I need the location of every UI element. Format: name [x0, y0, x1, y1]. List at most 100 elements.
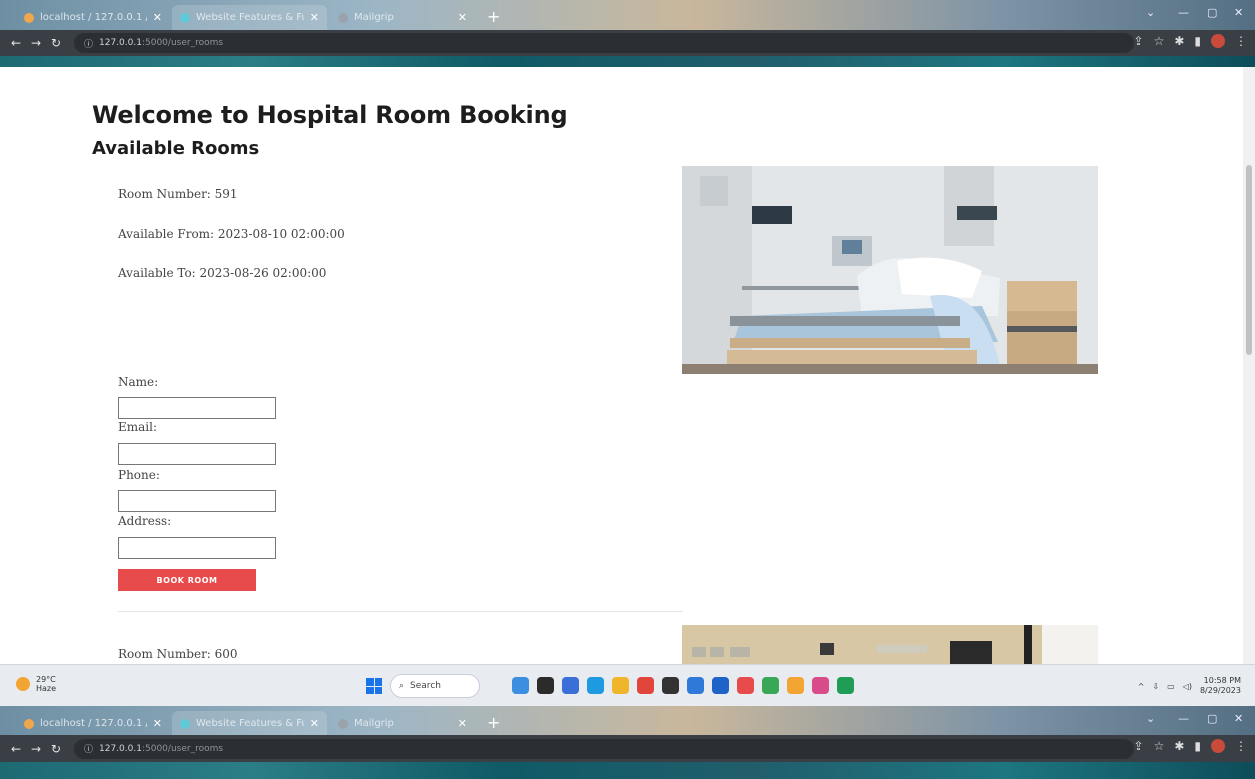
tab-strip: localhost / 127.0.0.1 / codingthy ✕ Webs… [0, 706, 1255, 736]
book-room-button[interactable]: BOOK ROOM [118, 569, 256, 591]
email-input[interactable] [118, 443, 276, 465]
tab-phpmyadmin[interactable]: localhost / 127.0.0.1 / codingthy ✕ [16, 711, 170, 736]
minimize-button[interactable]: — [1178, 712, 1189, 725]
tab-mailgrip[interactable]: Mailgrip ✕ [330, 711, 475, 736]
windows-start-icon[interactable] [366, 678, 382, 694]
room-divider [118, 611, 683, 612]
back-arrow-icon[interactable]: ← [6, 36, 26, 50]
tab-website-features[interactable]: Website Features & Functions ✕ [172, 711, 327, 736]
address-bar[interactable]: ⓘ 127.0.0.1:5000/user_rooms [74, 33, 1134, 53]
app-icon[interactable] [837, 677, 854, 694]
app-icon[interactable] [812, 677, 829, 694]
menu-dots-icon[interactable]: ⋮ [1235, 34, 1247, 48]
reload-icon[interactable]: ↻ [46, 742, 66, 756]
forward-arrow-icon[interactable]: → [26, 742, 46, 756]
reload-icon[interactable]: ↻ [46, 36, 66, 50]
info-icon[interactable]: ⓘ [84, 37, 93, 50]
address-input[interactable] [118, 537, 276, 559]
taskbar-search[interactable]: ⌕ Search [390, 674, 480, 698]
tab-website-features[interactable]: Website Features & Functions ✕ [172, 5, 327, 30]
tab-favicon-icon [338, 718, 348, 729]
site-header-banner [0, 762, 1255, 779]
taskbar-clock[interactable]: 10:58 PM 8/29/2023 [1200, 676, 1241, 696]
sidebar-icon[interactable]: ▮ [1194, 739, 1201, 753]
tab-strip: localhost / 127.0.0.1 / codingthy ✕ Webs… [0, 0, 1255, 30]
browser-chrome-duplicate: localhost / 127.0.0.1 / codingthy ✕ Webs… [0, 706, 1255, 779]
sidebar-icon[interactable]: ▮ [1194, 34, 1201, 48]
back-arrow-icon[interactable]: ← [6, 742, 26, 756]
edge-icon[interactable] [587, 677, 604, 694]
weather-widget[interactable]: 29°C Haze [16, 675, 56, 693]
network-icon[interactable]: ▭ [1167, 682, 1175, 691]
restore-button[interactable]: ▢ [1207, 6, 1217, 19]
app-icon[interactable] [512, 677, 529, 694]
file-explorer-icon[interactable] [612, 677, 629, 694]
site-header-banner [0, 56, 1255, 67]
browser-toolbar: ← → ↻ ⓘ 127.0.0.1:5000/user_rooms ⇪ ☆ ✱ … [0, 735, 1255, 762]
close-window-button[interactable]: ✕ [1234, 712, 1243, 725]
share-icon[interactable]: ⇪ [1134, 739, 1144, 753]
page-scrollbar[interactable] [1243, 67, 1255, 664]
minimize-button[interactable]: — [1178, 6, 1189, 19]
star-icon[interactable]: ☆ [1154, 34, 1165, 48]
menu-dots-icon[interactable]: ⋮ [1235, 739, 1247, 753]
app-icon[interactable] [562, 677, 579, 694]
tab-close-icon[interactable]: ✕ [153, 11, 162, 24]
tab-favicon-icon [338, 12, 348, 23]
scrollbar-thumb[interactable] [1246, 165, 1252, 355]
system-tray: ^ ⇩ ▭ ◁) 10:58 PM 8/29/2023 [1138, 676, 1241, 696]
new-tab-button[interactable]: + [487, 713, 500, 732]
app-icon[interactable] [712, 677, 729, 694]
app-icon[interactable] [637, 677, 654, 694]
room-available-to: Available To: 2023-08-26 02:00:00 [118, 266, 327, 280]
room-number: Room Number: 600 [118, 647, 238, 661]
tab-close-icon[interactable]: ✕ [310, 717, 319, 730]
windows-taskbar: 29°C Haze ⌕ Search ^ ⇩ ▭ ◁) 10:58 PM 8/2… [0, 664, 1255, 706]
pinned-apps [512, 677, 854, 694]
chrome-icon[interactable] [787, 677, 804, 694]
toolbar-actions: ⇪ ☆ ✱ ▮ ⋮ [1134, 739, 1247, 753]
share-icon[interactable]: ⇪ [1134, 34, 1144, 48]
hospital-bed-image [682, 166, 1098, 374]
vscode-icon[interactable] [687, 677, 704, 694]
info-icon[interactable]: ⓘ [84, 742, 93, 755]
room-number: Room Number: 591 [118, 187, 238, 201]
close-window-button[interactable]: ✕ [1234, 6, 1243, 19]
weather-sun-icon [16, 677, 30, 691]
name-input[interactable] [118, 397, 276, 419]
address-bar[interactable]: ⓘ 127.0.0.1:5000/user_rooms [74, 738, 1134, 759]
extensions-icon[interactable]: ✱ [1174, 34, 1184, 48]
chrome-icon[interactable] [737, 677, 754, 694]
phone-input[interactable] [118, 490, 276, 512]
app-icon[interactable] [662, 677, 679, 694]
page-title: Welcome to Hospital Room Booking [92, 101, 568, 129]
new-tab-button[interactable]: + [487, 7, 500, 26]
restore-button[interactable]: ▢ [1207, 712, 1217, 725]
profile-avatar[interactable] [1211, 739, 1225, 753]
star-icon[interactable]: ☆ [1154, 739, 1165, 753]
chevron-down-icon[interactable]: ⌄ [1146, 6, 1155, 19]
chrome-icon[interactable] [762, 677, 779, 694]
chevron-down-icon[interactable]: ⌄ [1146, 712, 1155, 725]
tab-favicon-icon [180, 12, 190, 23]
volume-icon[interactable]: ◁) [1183, 682, 1192, 691]
tab-close-icon[interactable]: ✕ [458, 11, 467, 24]
room-available-from: Available From: 2023-08-10 02:00:00 [118, 227, 345, 241]
room-photo [682, 166, 1098, 374]
tab-mailgrip[interactable]: Mailgrip ✕ [330, 5, 475, 30]
tab-favicon-icon [24, 12, 34, 23]
extensions-icon[interactable]: ✱ [1174, 739, 1184, 753]
tab-close-icon[interactable]: ✕ [458, 717, 467, 730]
tab-close-icon[interactable]: ✕ [153, 717, 162, 730]
address-label: Address: [118, 514, 172, 528]
tab-close-icon[interactable]: ✕ [310, 11, 319, 24]
hospital-room-image [682, 625, 1098, 664]
tab-phpmyadmin[interactable]: localhost / 127.0.0.1 / codingthy ✕ [16, 5, 170, 30]
profile-avatar[interactable] [1211, 34, 1225, 48]
browser-chrome: localhost / 127.0.0.1 / codingthy ✕ Webs… [0, 0, 1255, 67]
tab-favicon-icon [24, 718, 34, 729]
forward-arrow-icon[interactable]: → [26, 36, 46, 50]
app-icon[interactable] [537, 677, 554, 694]
chevron-up-icon[interactable]: ^ [1138, 682, 1145, 691]
usb-icon[interactable]: ⇩ [1152, 682, 1159, 691]
